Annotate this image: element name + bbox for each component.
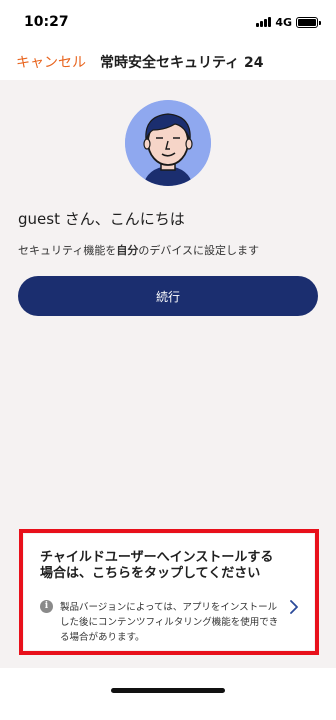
subtitle-suffix: のデバイスに設定します [138,244,260,257]
child-install-description: 製品バージョンによっては、アプリをインストールした後にコンテンツフィルタリング機… [60,602,279,643]
home-indicator[interactable] [111,688,225,693]
cancel-button[interactable]: キャンセル [16,52,86,72]
info-icon: i [40,600,53,613]
network-type: 4G [275,15,292,29]
page-title: 常時安全セキュリティ 24 [100,55,264,71]
subtitle-text: セキュリティ機能を自分のデバイスに設定します [18,242,259,258]
child-install-title: チャイルドユーザーへインストールする場合は、こちらをタップしてください [40,550,274,581]
greeting-text: guest さん、こんにちは [18,210,185,228]
signal-icon [256,17,272,27]
battery-icon [296,16,321,28]
home-bar-area [0,668,336,720]
nav-bar: キャンセル 常時安全セキュリティ 24 [0,44,336,80]
status-icons: 4G [256,15,321,29]
subtitle-bold: 自分 [116,244,139,257]
continue-button[interactable]: 続行 [18,276,318,316]
chevron-right-icon [290,600,298,614]
subtitle-prefix: セキュリティ機能を [18,244,117,257]
status-bar: 10:27 4G [0,0,336,44]
status-time: 10:27 [24,14,69,30]
child-install-card[interactable]: チャイルドユーザーへインストールする場合は、こちらをタップしてください i 製品… [24,534,314,650]
avatar-icon [125,100,211,186]
